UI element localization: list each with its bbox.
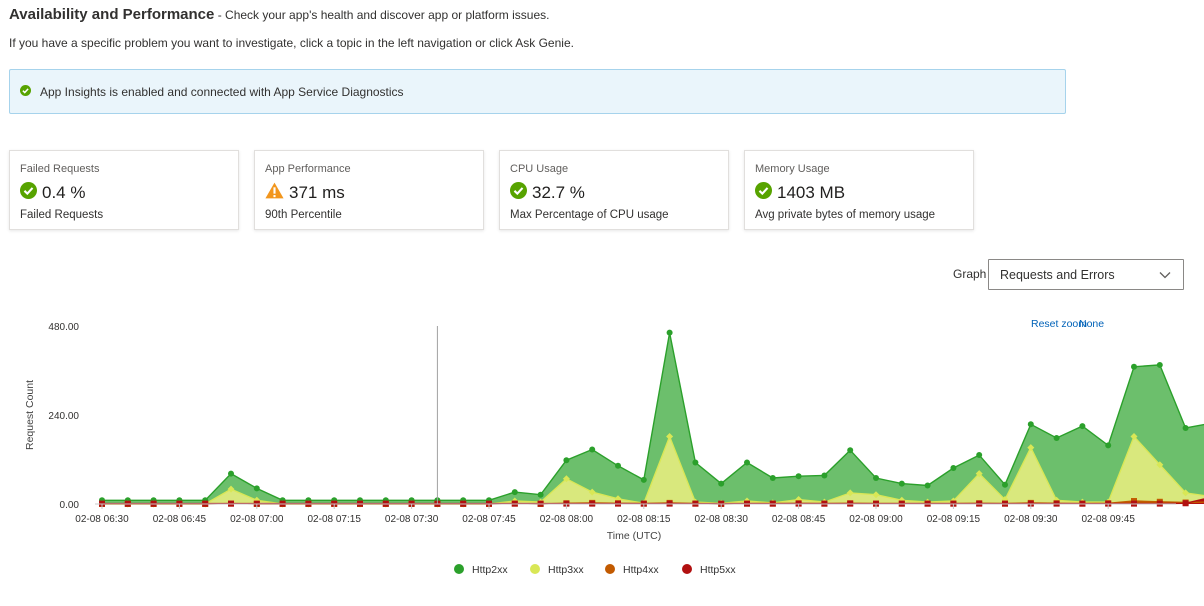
data-point-http2xx[interactable] — [640, 476, 647, 483]
data-point-http2xx[interactable] — [898, 480, 905, 487]
x-tick-label: 02-08 08:45 — [772, 514, 826, 525]
data-point-http2xx[interactable] — [537, 491, 544, 498]
data-point-http2xx[interactable] — [924, 482, 931, 489]
check-circle-icon — [20, 84, 31, 99]
warning-icon — [265, 182, 284, 204]
app-insights-banner: App Insights is enabled and connected wi… — [9, 69, 1066, 114]
page-header: Availability and Performance - Check you… — [9, 6, 574, 50]
card-description: Max Percentage of CPU usage — [510, 209, 669, 221]
data-point-http2xx[interactable] — [666, 329, 673, 336]
legend-label-http4xx[interactable]: Http4xx — [623, 564, 659, 576]
x-tick-label: 02-08 06:30 — [75, 514, 129, 525]
check-circle-icon — [20, 182, 37, 204]
x-tick-label: 02-08 07:30 — [385, 514, 439, 525]
card-description: Avg private bytes of memory usage — [755, 209, 936, 221]
card-title: App Performance — [265, 163, 351, 175]
card-value: 1403 MB — [777, 183, 846, 202]
data-point-http2xx[interactable] — [589, 446, 596, 453]
graph-type-selected: Requests and Errors — [1000, 267, 1115, 282]
check-circle-icon — [755, 182, 772, 204]
x-tick-label: 02-08 09:45 — [1082, 514, 1136, 525]
data-point-http2xx[interactable] — [563, 457, 570, 464]
data-point-http2xx[interactable] — [976, 452, 983, 459]
x-tick-label: 02-08 09:30 — [1004, 514, 1058, 525]
data-point-http2xx[interactable] — [1182, 424, 1189, 431]
y-tick-label: 0.00 — [60, 500, 80, 511]
x-axis-title: Time (UTC) — [607, 530, 661, 542]
data-point-http2xx[interactable] — [795, 473, 802, 480]
data-point-http2xx[interactable] — [821, 472, 828, 479]
card-title: Memory Usage — [755, 163, 830, 175]
data-point-http2xx[interactable] — [228, 470, 234, 477]
x-tick-label: 02-08 08:30 — [695, 514, 749, 525]
x-tick-label: 02-08 08:15 — [617, 514, 671, 525]
x-tick-label: 02-08 09:15 — [927, 514, 981, 525]
graph-type-dropdown[interactable]: Requests and Errors — [988, 259, 1184, 290]
data-point-http2xx[interactable] — [1156, 361, 1163, 368]
graph-label: Graph — [953, 267, 987, 281]
data-point-http2xx[interactable] — [769, 475, 776, 482]
y-tick-label: 480.00 — [48, 322, 79, 333]
card-title: CPU Usage — [510, 163, 569, 175]
page-title: Availability and Performance — [9, 6, 215, 23]
check-circle-icon — [510, 182, 527, 204]
card-description: 90th Percentile — [265, 209, 342, 221]
legend-label-http3xx[interactable]: Http3xx — [548, 564, 584, 576]
none-link[interactable]: None — [1079, 318, 1104, 330]
data-point-http2xx[interactable] — [718, 480, 725, 487]
chevron-down-icon — [1159, 268, 1171, 282]
data-point-http2xx[interactable] — [511, 489, 518, 496]
card-value: 32.7 % — [532, 183, 585, 202]
y-axis-title: Request Count — [24, 380, 36, 450]
data-point-http2xx[interactable] — [253, 485, 260, 492]
legend-swatch-http3xx[interactable] — [530, 564, 540, 574]
data-point-http2xx[interactable] — [847, 447, 854, 454]
requests-errors-chart[interactable]: 0.00 240.00 480.00 02-08 06:30 02-08 06:45 0… — [0, 300, 1204, 600]
card-app-performance[interactable]: App Performance 371 ms 90th Percentile — [254, 150, 484, 230]
legend-swatch-http4xx[interactable] — [605, 564, 615, 574]
banner-text: App Insights is enabled and connected wi… — [40, 84, 404, 99]
x-tick-label: 02-08 07:00 — [230, 514, 284, 525]
legend-swatch-http5xx[interactable] — [682, 564, 692, 574]
card-cpu-usage[interactable]: CPU Usage 32.7 % Max Percentage of CPU u… — [499, 150, 729, 230]
data-point-http2xx[interactable] — [1131, 363, 1137, 370]
data-point-http2xx[interactable] — [1105, 442, 1112, 449]
card-failed-requests[interactable]: Failed Requests 0.4 % Failed Requests — [9, 150, 239, 230]
legend-label-http2xx[interactable]: Http2xx — [472, 564, 508, 576]
data-point-http2xx[interactable] — [744, 459, 750, 466]
data-point-http2xx[interactable] — [1002, 481, 1008, 488]
legend-label-http5xx[interactable]: Http5xx — [700, 564, 736, 576]
card-memory-usage[interactable]: Memory Usage 1403 MB Avg private bytes o… — [744, 150, 974, 230]
x-tick-label: 02-08 07:45 — [462, 514, 516, 525]
y-tick-label: 240.00 — [48, 411, 79, 422]
x-tick-label: 02-08 06:45 — [153, 514, 207, 525]
card-description: Failed Requests — [20, 209, 104, 221]
legend-swatch-http2xx[interactable] — [454, 564, 464, 574]
card-title: Failed Requests — [20, 163, 100, 175]
data-point-http2xx[interactable] — [873, 475, 879, 482]
page-description: If you have a specific problem you want … — [9, 36, 574, 50]
card-value: 371 ms — [289, 183, 345, 202]
x-tick-label: 02-08 08:00 — [540, 514, 594, 525]
x-tick-label: 02-08 09:00 — [849, 514, 903, 525]
data-point-http2xx[interactable] — [1027, 421, 1034, 428]
x-tick-label: 02-08 07:15 — [308, 514, 362, 525]
data-point-http2xx[interactable] — [1053, 434, 1060, 441]
data-point-http2xx[interactable] — [615, 462, 621, 469]
data-point-http2xx[interactable] — [950, 465, 957, 472]
data-point-http2xx[interactable] — [1079, 423, 1086, 430]
card-value: 0.4 % — [42, 183, 86, 202]
page-subtitle: - Check your app's health and discover a… — [214, 8, 550, 22]
data-point-http2xx[interactable] — [692, 459, 699, 466]
data-point-http5xx[interactable] — [1182, 500, 1189, 507]
